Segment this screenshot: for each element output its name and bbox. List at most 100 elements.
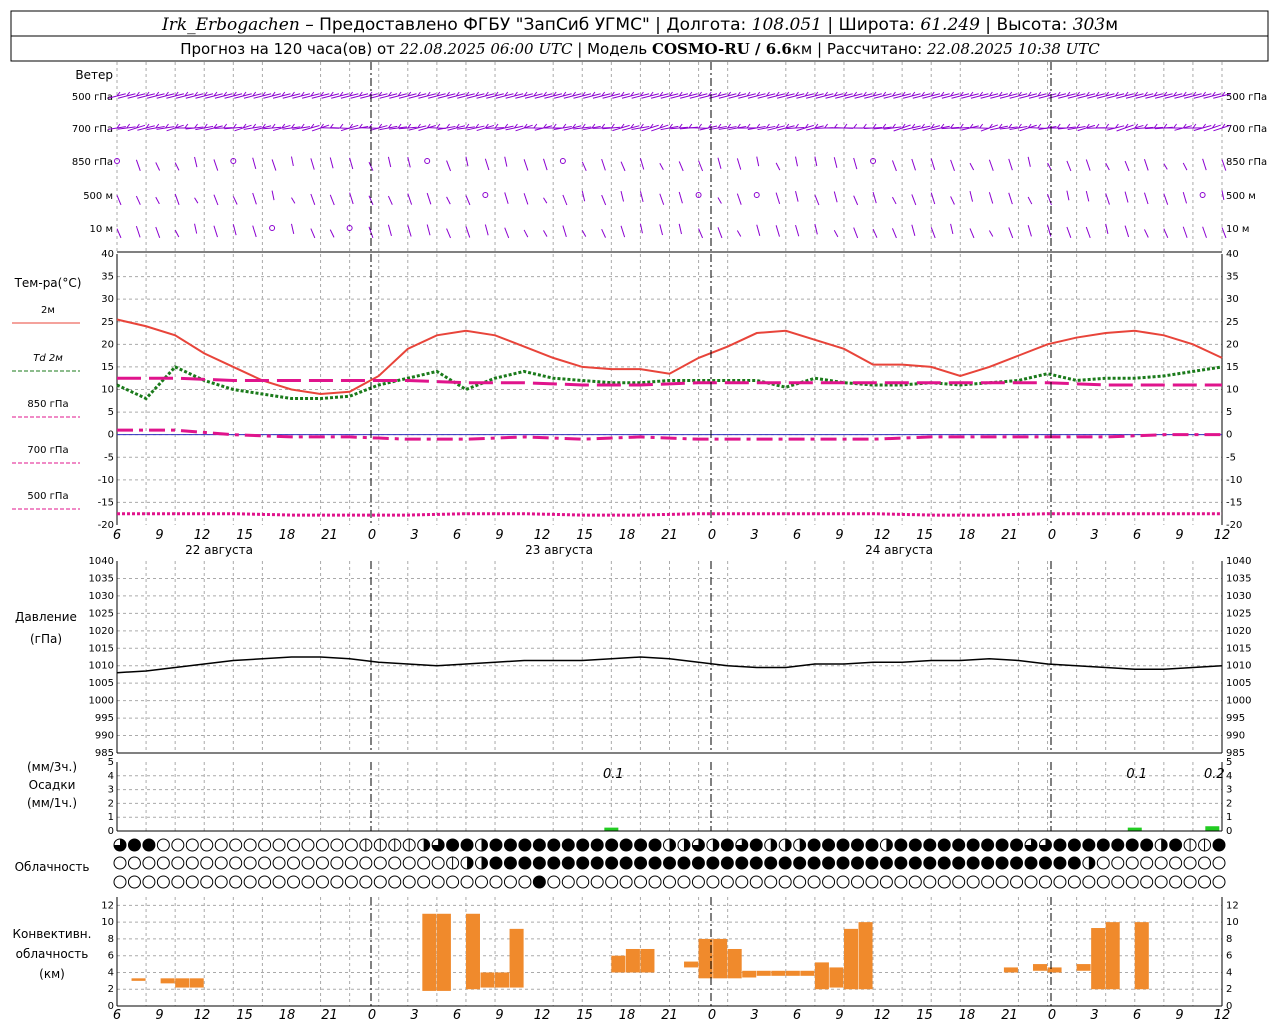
y-tick-right: 2 xyxy=(1226,984,1232,995)
convective-bar xyxy=(1032,964,1048,971)
convective-bar xyxy=(829,967,844,988)
wind-barb xyxy=(329,194,335,206)
cloud-symbol xyxy=(634,856,648,870)
hour-label: 21 xyxy=(321,1008,338,1023)
cloud-symbol xyxy=(1024,875,1038,889)
y-tick-right: 1015 xyxy=(1226,643,1251,654)
cloud-symbol xyxy=(1010,856,1024,870)
cloud-symbol xyxy=(778,838,792,852)
cloud-symbol xyxy=(214,856,228,870)
wind-barb xyxy=(862,123,867,129)
wind-barb xyxy=(639,158,645,170)
convective-title-1: Конвективн. xyxy=(13,927,92,941)
cloud-symbol xyxy=(807,875,821,889)
y-tick-left: -20 xyxy=(98,520,114,531)
calm-circle xyxy=(1199,192,1206,198)
cloud-symbol xyxy=(1038,856,1052,870)
cloud-symbol xyxy=(200,856,214,870)
cloud-symbol xyxy=(113,856,127,870)
cloud-symbol xyxy=(576,856,590,870)
wind-barb xyxy=(581,161,587,172)
convective-bar xyxy=(422,913,437,991)
wind-barb xyxy=(465,226,471,238)
wind-barb xyxy=(1182,226,1188,238)
hour-label: 3 xyxy=(750,528,758,543)
y-tick-right: 990 xyxy=(1226,731,1245,742)
wind-barb xyxy=(291,197,296,204)
cloud-symbol xyxy=(923,875,937,889)
cloud-symbol xyxy=(475,875,489,889)
wind-barb xyxy=(833,157,838,168)
hour-label: 21 xyxy=(1001,1008,1018,1023)
cloud-symbol xyxy=(590,838,604,852)
wind-level-label: 500 м xyxy=(1226,191,1256,202)
cloud-symbol xyxy=(243,875,257,889)
precip-grid: 5 5 4 4 3 3 2 2 1 1 0 0 xyxy=(108,757,1233,837)
hour-label: 0 xyxy=(1048,1008,1056,1023)
y-tick-left: -5 xyxy=(104,452,114,463)
y-tick-right: 4 xyxy=(1226,967,1232,978)
hour-label: 6 xyxy=(453,1008,461,1023)
wind-barb xyxy=(1085,226,1091,239)
cloud-symbol xyxy=(185,875,199,889)
wind-barb xyxy=(1056,123,1061,129)
cloud-symbol xyxy=(229,856,243,870)
cloud-symbol xyxy=(359,838,373,852)
cloud-symbol xyxy=(518,838,532,852)
convective-bar xyxy=(858,922,873,990)
cloud-symbol xyxy=(142,838,156,852)
hour-label: 0 xyxy=(368,528,376,543)
hour-label: 9 xyxy=(495,1008,503,1023)
wind-barb xyxy=(213,194,219,206)
y-tick-left: 1030 xyxy=(89,591,114,602)
cloud-symbol xyxy=(952,838,966,852)
cloud-symbol xyxy=(330,875,344,889)
pressure-title-2: (гПа) xyxy=(30,632,62,646)
cloud-symbol xyxy=(995,875,1009,889)
cloud-symbol xyxy=(677,856,691,870)
cloud-symbol xyxy=(894,838,908,852)
cloud-symbol xyxy=(1140,838,1154,852)
y-tick-left: 1000 xyxy=(89,696,114,707)
cloud-symbol xyxy=(272,856,286,870)
cloud-symbol xyxy=(1053,838,1067,852)
cloud-symbol xyxy=(850,856,864,870)
wind-barb xyxy=(698,228,704,239)
cloud-symbol xyxy=(576,875,590,889)
cloud-symbol xyxy=(1082,856,1096,870)
y-tick-left: 4 xyxy=(108,771,114,782)
cloud-symbol xyxy=(793,856,807,870)
wind-barb xyxy=(717,227,723,239)
wind-barb xyxy=(872,228,878,238)
cloud-symbol xyxy=(691,838,705,852)
hour-label: 9 xyxy=(495,528,503,543)
wind-barb xyxy=(814,194,820,206)
wind-barb xyxy=(135,225,141,238)
cloud-symbol xyxy=(417,856,431,870)
cloud-symbol xyxy=(272,875,286,889)
cloud-symbol xyxy=(1082,875,1096,889)
y-tick-left: 35 xyxy=(101,272,114,283)
hour-label: 21 xyxy=(1001,528,1018,543)
cloud-symbol xyxy=(243,838,257,852)
cloud-symbol xyxy=(850,875,864,889)
wind-barb xyxy=(911,194,917,206)
header: Irk_Erbogachen – Предоставлено ФГБУ "Зап… xyxy=(10,10,1269,62)
cloud-symbol xyxy=(113,838,127,852)
cloud-symbol xyxy=(605,856,619,870)
wind-barb xyxy=(127,93,146,99)
y-tick-right: 20 xyxy=(1226,339,1239,350)
cloud-symbol xyxy=(952,875,966,889)
wind-barb xyxy=(678,223,682,235)
y-tick-left: 30 xyxy=(101,294,114,305)
wind-barb xyxy=(891,160,897,172)
cloud-symbol xyxy=(214,875,228,889)
precip-label: 0.1 xyxy=(1126,767,1147,782)
pressure-title-1: Давление xyxy=(15,610,77,624)
wind-barb xyxy=(174,162,180,171)
cloud-symbol xyxy=(879,838,893,852)
wind-barb xyxy=(678,161,684,172)
wind-barb xyxy=(543,197,548,204)
wind-barb xyxy=(988,159,994,171)
wind-barb xyxy=(930,158,936,170)
